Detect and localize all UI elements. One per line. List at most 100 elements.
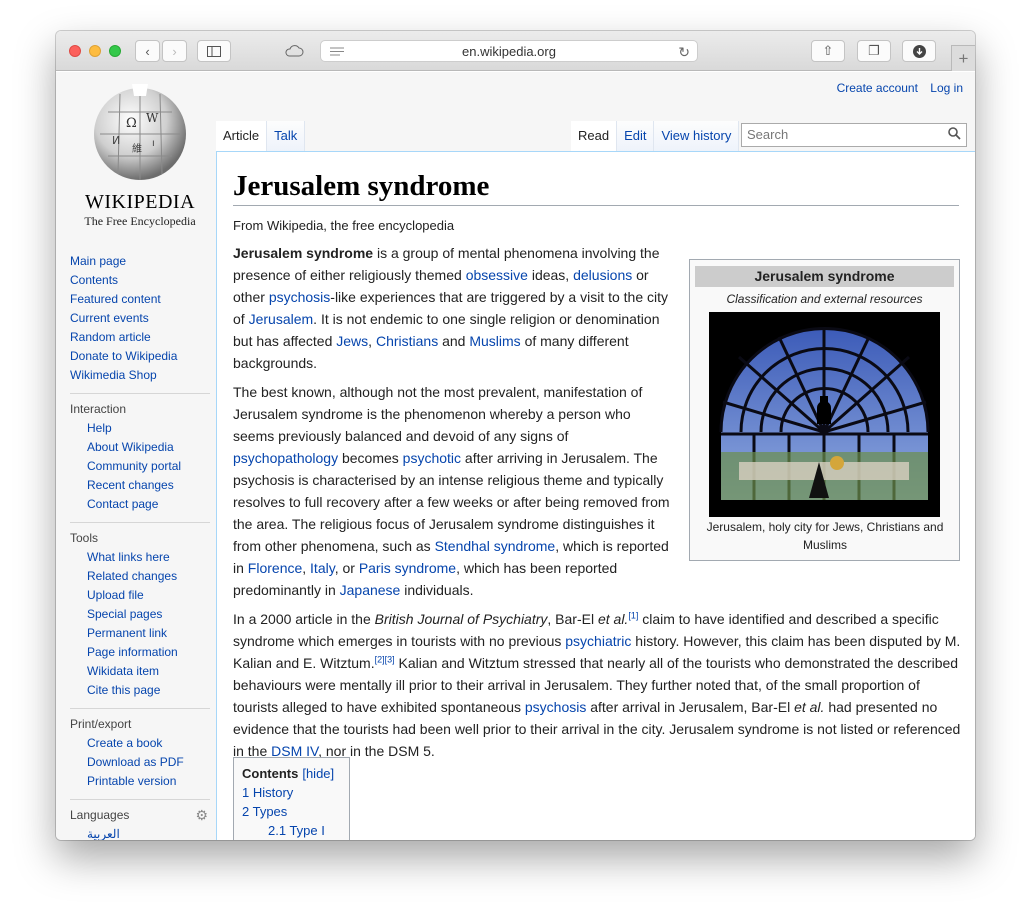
sidebar-heading-print: Print/export [70, 717, 132, 731]
toc-item-type-1[interactable]: 2.1 Type I [242, 823, 341, 838]
address-url: en.wikipedia.org [462, 43, 556, 59]
table-of-contents: Contents [hide] 1 History 2 Types 2.1 Typ… [233, 757, 350, 840]
tab-view-history[interactable]: View history [654, 121, 740, 151]
tab-edit[interactable]: Edit [617, 121, 655, 151]
sidebar-item-interaction-4[interactable]: Contact page [70, 495, 210, 514]
gear-icon[interactable]: ⚙ [195, 806, 208, 825]
link-christians[interactable]: Christians [376, 333, 438, 349]
toc-title: Contents [242, 766, 299, 781]
back-button[interactable]: ‹ [135, 40, 160, 62]
link-japanese[interactable]: Japanese [340, 582, 401, 598]
toc-item-history[interactable]: 1 History [242, 785, 341, 800]
citation-3[interactable]: [3] [385, 654, 395, 664]
sidebar-item-tools-2[interactable]: Upload file [70, 586, 210, 605]
toc-hide-link[interactable]: [hide] [302, 766, 334, 781]
site-logo[interactable]: Ω W И 維 ו Wikipedia The Free Encyclopedi… [70, 82, 210, 229]
sidebar-item-tools-1[interactable]: Related changes [70, 567, 210, 586]
icloud-tabs-button[interactable] [278, 40, 310, 62]
sidebar-item-nav-3[interactable]: Current events [70, 309, 210, 328]
sidebar: Main page Contents Featured content Current… [70, 252, 210, 840]
personal-tools: Create account Log in [828, 81, 963, 95]
search-input[interactable]: Search [741, 123, 967, 147]
new-tab-button[interactable]: + [951, 45, 975, 71]
site-tagline: The Free Encyclopedia [84, 214, 196, 228]
share-button[interactable]: ⇧ [811, 40, 845, 62]
sidebar-item-tools-0[interactable]: What links here [70, 548, 210, 567]
sidebar-item-interaction-1[interactable]: About Wikipedia [70, 438, 210, 457]
citation-2[interactable]: [2] [375, 654, 385, 664]
tab-talk[interactable]: Talk [267, 121, 306, 151]
link-obsessive[interactable]: obsessive [466, 267, 528, 283]
maximize-window-button[interactable] [109, 45, 121, 57]
sidebar-item-tools-5[interactable]: Page information [70, 643, 210, 662]
site-wordmark: Wikipedia [84, 191, 196, 213]
sidebar-tools: Tools What links here Related changes Uplo… [70, 522, 210, 700]
address-bar[interactable]: en.wikipedia.org ↻ [320, 40, 698, 62]
sidebar-item-nav-4[interactable]: Random article [70, 328, 210, 347]
forward-button[interactable]: › [162, 40, 187, 62]
link-delusions[interactable]: delusions [573, 267, 632, 283]
sidebar-item-print-0[interactable]: Create a book [70, 734, 210, 753]
sidebar-print-export: Print/export Create a book Download as PD… [70, 708, 210, 791]
sidebar-item-tools-7[interactable]: Cite this page [70, 681, 210, 700]
site-sub: From Wikipedia, the free encyclopedia [233, 218, 455, 233]
bold-term: Jerusalem syndrome [233, 245, 374, 261]
sidebar-toggle-button[interactable] [197, 40, 231, 62]
tabs-icon: ❐ [868, 43, 880, 58]
download-icon [912, 44, 926, 58]
tab-article[interactable]: Article [216, 121, 268, 151]
sidebar-item-tools-3[interactable]: Special pages [70, 605, 210, 624]
sidebar-item-nav-1[interactable]: Contents [70, 271, 210, 290]
link-psychiatric[interactable]: psychiatric [565, 633, 631, 649]
reader-icon[interactable] [330, 47, 344, 56]
link-stendhal-syndrome[interactable]: Stendhal syndrome [435, 538, 556, 554]
link-psychosis-2[interactable]: psychosis [525, 699, 586, 715]
sidebar-interaction: Interaction Help About Wikipedia Community… [70, 393, 210, 514]
log-in-link[interactable]: Log in [930, 81, 963, 95]
reload-icon[interactable]: ↻ [678, 44, 690, 61]
chevron-right-icon: › [172, 43, 177, 59]
sidebar-item-interaction-3[interactable]: Recent changes [70, 476, 210, 495]
link-psychotic[interactable]: psychotic [403, 450, 461, 466]
minimize-window-button[interactable] [89, 45, 101, 57]
downloads-button[interactable] [902, 40, 936, 62]
search-icon[interactable] [948, 127, 961, 140]
sidebar-item-nav-2[interactable]: Featured content [70, 290, 210, 309]
sidebar-item-interaction-0[interactable]: Help [70, 419, 210, 438]
tabs-overview-button[interactable]: ❐ [857, 40, 891, 62]
wikipedia-page: Ω W И 維 ו Wikipedia The Free Encyclopedi… [56, 72, 975, 840]
toc-header: Contents [hide] [242, 766, 341, 781]
namespace-tabs: Article Talk [216, 121, 306, 151]
paragraph-3: In a 2000 article in the British Journal… [233, 610, 961, 759]
link-italy[interactable]: Italy [310, 560, 335, 576]
sidebar-item-language-0[interactable]: العربية [70, 825, 210, 840]
citation-1[interactable]: [1] [628, 610, 638, 620]
sidebar-heading-languages: Languages ⚙ [70, 806, 208, 825]
sidebar-item-nav-0[interactable]: Main page [70, 252, 210, 271]
sidebar-item-print-1[interactable]: Download as PDF [70, 753, 210, 772]
link-psychopathology[interactable]: psychopathology [233, 450, 338, 466]
cloud-icon [285, 45, 304, 57]
create-account-link[interactable]: Create account [837, 81, 918, 95]
link-jerusalem[interactable]: Jerusalem [249, 311, 314, 327]
link-florence[interactable]: Florence [248, 560, 302, 576]
view-tabs: Read Edit View history [571, 121, 740, 151]
article-content: Jerusalem syndrome From Wikipedia, the f… [216, 151, 975, 840]
tab-read[interactable]: Read [571, 121, 618, 151]
link-psychosis[interactable]: psychosis [269, 289, 330, 305]
link-muslims[interactable]: Muslims [469, 333, 520, 349]
sidebar-item-print-2[interactable]: Printable version [70, 772, 210, 791]
toc-item-types[interactable]: 2 Types [242, 804, 341, 819]
browser-toolbar: ‹ › en.wikipedia.org ↻ ⇧ ❐ + [56, 31, 975, 71]
close-window-button[interactable] [69, 45, 81, 57]
sidebar-heading-tools: Tools [70, 531, 99, 545]
link-paris-syndrome[interactable]: Paris syndrome [359, 560, 456, 576]
sidebar-item-tools-6[interactable]: Wikidata item [70, 662, 210, 681]
sidebar-item-nav-5[interactable]: Donate to Wikipedia [70, 347, 210, 366]
link-jews[interactable]: Jews [336, 333, 368, 349]
sidebar-item-tools-4[interactable]: Permanent link [70, 624, 210, 643]
sidebar-item-interaction-2[interactable]: Community portal [70, 457, 210, 476]
plus-icon: + [958, 48, 969, 68]
svg-text:ו: ו [152, 138, 155, 149]
sidebar-item-nav-6[interactable]: Wikimedia Shop [70, 366, 210, 385]
